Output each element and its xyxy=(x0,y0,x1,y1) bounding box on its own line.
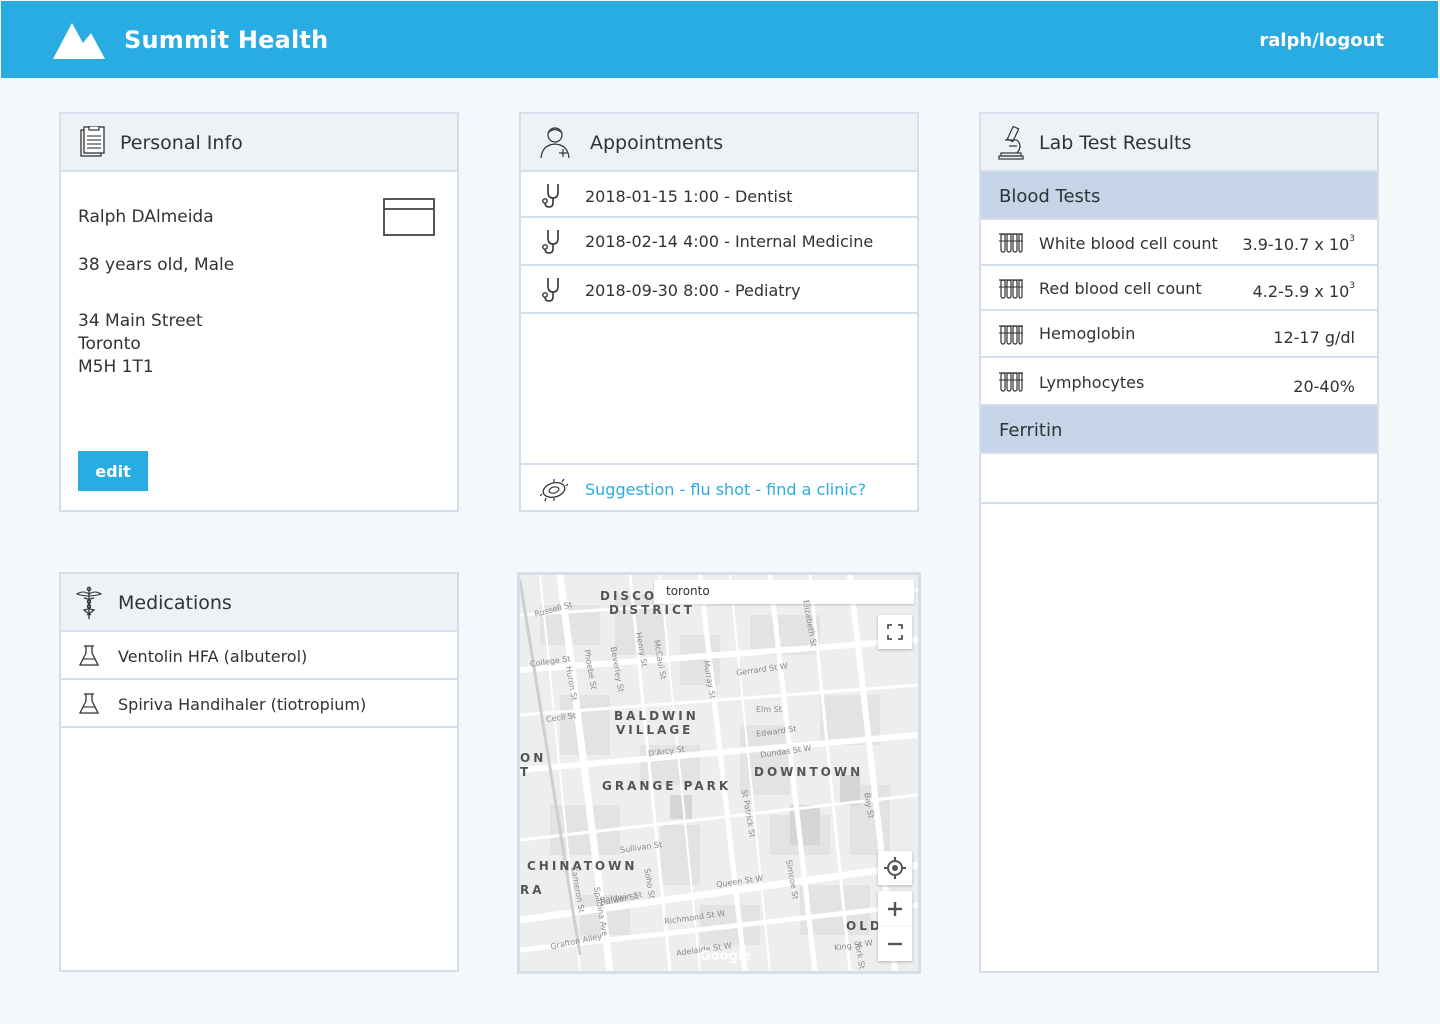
appointment-text: 2018-01-15 1:00 - Dentist xyxy=(585,187,793,206)
map-area-label: ON xyxy=(520,751,547,765)
lab-test-value-base: 3.9-10.7 x 10 xyxy=(1242,235,1350,254)
lab-test-row: Lymphocytes 20-40% xyxy=(981,358,1377,406)
my-location-button[interactable] xyxy=(878,851,912,885)
appointments-title: Appointments xyxy=(590,132,724,154)
lab-test-name: Red blood cell count xyxy=(1039,279,1202,298)
top-bar: Summit Health ralph/logout xyxy=(1,1,1438,78)
clinic-map[interactable]: toronto DISCO DISTRICT BALDWIN VILLAGE G… xyxy=(517,572,921,974)
map-area-label: RA xyxy=(520,883,545,897)
flu-shot-suggestion-link[interactable]: Suggestion - flu shot - find a clinic? xyxy=(521,463,917,510)
minus-icon xyxy=(888,942,902,946)
lab-test-value: 4.2-5.9 x 103 xyxy=(1253,281,1355,301)
brand-name: Summit Health xyxy=(124,26,329,54)
lab-test-value: 20-40% xyxy=(1293,377,1355,396)
mountain-logo-icon xyxy=(53,23,105,59)
clipboard-icon xyxy=(80,126,105,157)
lab-test-row: White blood cell count 3.9-10.7 x 103 xyxy=(981,220,1377,266)
fullscreen-icon xyxy=(887,624,903,640)
map-area-label: DOWNTOWN xyxy=(754,765,864,779)
appointment-item[interactable]: 2018-02-14 4:00 - Internal Medicine xyxy=(521,218,917,266)
address-line-1: 34 Main Street xyxy=(78,311,203,331)
lab-test-value-base: 4.2-5.9 x 10 xyxy=(1252,282,1350,301)
test-tubes-icon xyxy=(999,325,1023,345)
appointment-item[interactable]: 2018-01-15 1:00 - Dentist xyxy=(521,172,917,218)
appointment-item[interactable]: 2018-09-30 8:00 - Pediatry xyxy=(521,266,917,314)
map-area-label: CHINATOWN xyxy=(527,859,638,873)
test-tubes-icon xyxy=(999,233,1023,253)
test-tubes-icon xyxy=(999,372,1023,392)
stethoscope-icon xyxy=(542,184,559,208)
plus-icon xyxy=(888,902,902,916)
flask-icon xyxy=(79,645,99,666)
map-area-label: DISTRICT xyxy=(609,603,695,617)
lab-results-title: Lab Test Results xyxy=(1039,132,1192,154)
medications-title: Medications xyxy=(118,592,232,614)
appointments-card: Appointments 2018-01-15 1:00 - Dentist 2… xyxy=(519,112,919,512)
lab-test-value: 3.9-10.7 x 103 xyxy=(1242,234,1355,254)
lab-test-name: Lymphocytes xyxy=(1039,373,1145,392)
medication-item[interactable]: Spiriva Handihaler (tiotropium) xyxy=(61,680,457,728)
patient-name: Ralph DAlmeida xyxy=(78,207,214,227)
doctor-icon xyxy=(540,127,570,159)
lab-results-card: Lab Test Results Blood Tests White blood… xyxy=(979,112,1379,973)
zoom-out-button[interactable] xyxy=(878,927,912,961)
stethoscope-icon xyxy=(542,278,559,302)
map-search-input[interactable]: toronto xyxy=(654,580,914,604)
medication-item[interactable]: Ventolin HFA (albuterol) xyxy=(61,632,457,680)
lab-test-value-base: 12-17 g/dl xyxy=(1273,328,1355,347)
patient-address: 34 Main Street Toronto M5H 1T1 xyxy=(78,310,203,379)
map-area-label: DISCO xyxy=(600,589,658,603)
map-street-label: Elm St xyxy=(756,705,782,714)
medications-card: Medications Ventolin HFA (albuterol) Spi… xyxy=(59,572,459,972)
test-tubes-icon xyxy=(999,279,1023,299)
google-attribution: Google xyxy=(700,949,752,964)
map-area-label: T xyxy=(520,765,532,779)
lab-test-row: Red blood cell count 4.2-5.9 x 103 xyxy=(981,266,1377,311)
lab-test-value-base: 20-40% xyxy=(1293,377,1355,396)
stethoscope-icon xyxy=(542,230,559,254)
lab-test-name: Hemoglobin xyxy=(1039,324,1136,343)
caduceus-icon xyxy=(75,586,103,619)
lab-test-name: White blood cell count xyxy=(1039,234,1218,253)
microscope-icon xyxy=(998,126,1024,160)
appointments-header: Appointments xyxy=(521,114,917,172)
medications-header: Medications xyxy=(61,574,457,632)
suggestion-text: Suggestion - flu shot - find a clinic? xyxy=(585,480,867,499)
lab-empty-row xyxy=(981,456,1377,504)
medication-name: Spiriva Handihaler (tiotropium) xyxy=(118,695,367,714)
map-area-label: GRANGE PARK xyxy=(602,779,732,793)
flask-icon xyxy=(79,693,99,714)
location-crosshair-icon xyxy=(884,857,906,879)
map-area-label: VILLAGE xyxy=(616,723,694,737)
logout-link[interactable]: ralph/logout xyxy=(1259,30,1384,51)
appointment-text: 2018-02-14 4:00 - Internal Medicine xyxy=(585,232,874,251)
fullscreen-button[interactable] xyxy=(878,615,912,649)
personal-info-card: Personal Info Ralph DAlmeida 38 years ol… xyxy=(59,112,459,512)
id-card-icon xyxy=(383,198,435,236)
map-area-label: BALDWIN xyxy=(614,709,699,723)
personal-info-title: Personal Info xyxy=(120,132,243,154)
address-line-2: Toronto xyxy=(78,334,141,354)
lab-test-row: Hemoglobin 12-17 g/dl xyxy=(981,311,1377,358)
lab-test-value: 12-17 g/dl xyxy=(1273,328,1355,347)
lab-section-label: Blood Tests xyxy=(999,186,1101,207)
address-line-3: M5H 1T1 xyxy=(78,357,154,377)
lab-section-ferritin[interactable]: Ferritin xyxy=(981,406,1377,454)
zoom-in-button[interactable] xyxy=(878,891,912,927)
lab-section-blood-tests[interactable]: Blood Tests xyxy=(981,172,1377,220)
lab-test-value-exponent: 3 xyxy=(1349,234,1355,244)
virus-icon xyxy=(540,478,568,502)
appointment-text: 2018-09-30 8:00 - Pediatry xyxy=(585,281,801,300)
lab-section-label: Ferritin xyxy=(999,420,1063,441)
personal-info-header: Personal Info xyxy=(61,114,457,172)
lab-test-value-exponent: 3 xyxy=(1349,281,1355,291)
medication-name: Ventolin HFA (albuterol) xyxy=(118,647,308,666)
edit-button[interactable]: edit xyxy=(78,451,148,491)
map-search-value: toronto xyxy=(666,584,710,598)
lab-results-header: Lab Test Results xyxy=(981,114,1377,172)
patient-age-sex: 38 years old, Male xyxy=(78,255,235,275)
